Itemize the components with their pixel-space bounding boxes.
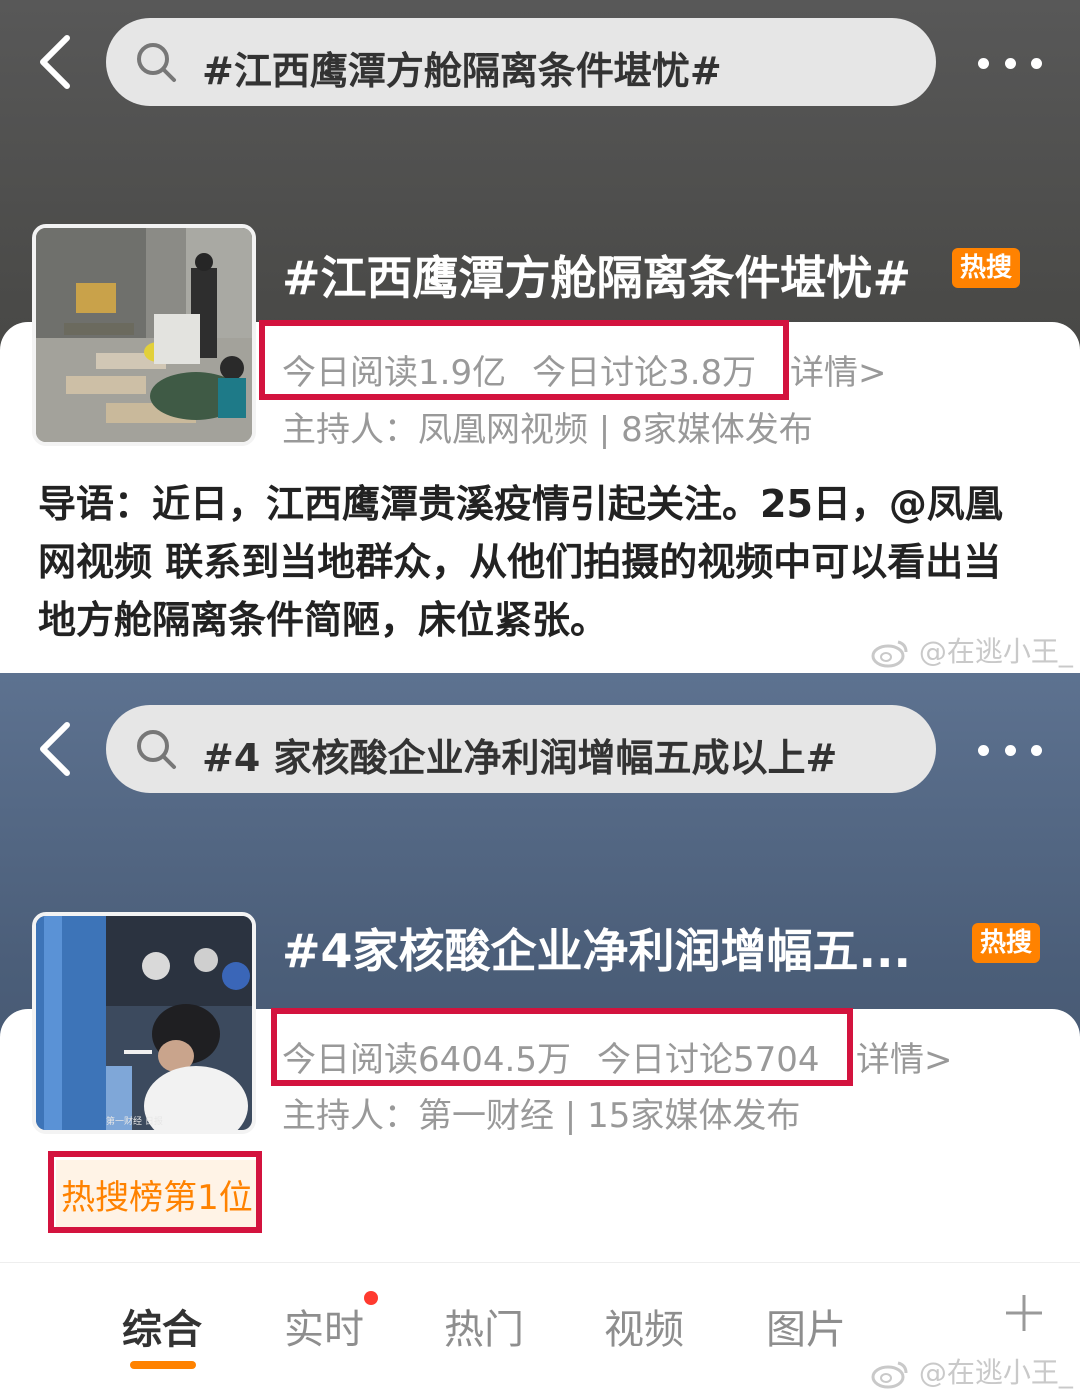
weibo-logo-icon [871, 640, 908, 668]
back-button[interactable] [30, 719, 80, 779]
more-options-button[interactable] [978, 48, 1042, 78]
search-query[interactable]: #江西鹰潭方舱隔离条件堪忧# [202, 40, 722, 95]
tab-hot[interactable]: 热门 [444, 1297, 524, 1355]
tab-images[interactable]: 图片 [766, 1297, 846, 1355]
tab-realtime[interactable]: 实时 [284, 1297, 364, 1355]
topic-thumbnail[interactable] [32, 224, 256, 446]
search-query[interactable]: #4 家核酸企业净利润增幅五成以上# [202, 727, 837, 782]
host-info: 主持人：凤凰网视频 | 8家媒体发布 [282, 410, 813, 450]
highlight-box [259, 320, 789, 400]
isolation-ward-photo [36, 228, 252, 442]
detail-link[interactable]: 详情> [790, 345, 887, 394]
topic-title[interactable]: #江西鹰潭方舱隔离条件堪忧# [282, 242, 911, 308]
more-options-button[interactable] [978, 735, 1042, 765]
back-button[interactable] [30, 32, 80, 92]
watermark: @在逃小王_ [870, 630, 1073, 670]
nucleic-acid-test-photo: 第一财经 日报 [36, 916, 252, 1130]
plus-icon[interactable] [1004, 1293, 1044, 1333]
detail-link[interactable]: 详情> [856, 1032, 953, 1081]
search-icon [137, 43, 176, 82]
search-icon [137, 730, 176, 769]
active-tab-indicator [130, 1361, 196, 1369]
topic-title[interactable]: #4家核酸企业净利润增幅五... [282, 915, 911, 981]
hot-badge: 热搜 [972, 923, 1041, 963]
highlight-box [48, 1151, 262, 1233]
host-info: 主持人：第一财经 | 15家媒体发布 [282, 1096, 801, 1136]
search-bar[interactable]: #江西鹰潭方舱隔离条件堪忧# [106, 18, 936, 106]
screenshot-top-panel: #江西鹰潭方舱隔离条件堪忧# #江西鹰潭方舱隔离条件堪忧# 热搜 今日阅读1.9… [0, 0, 1080, 673]
tab-video[interactable]: 视频 [604, 1297, 684, 1355]
chevron-left-icon [40, 722, 70, 776]
weibo-logo-icon [871, 1361, 908, 1389]
watermark: @在逃小王_ [870, 1351, 1073, 1391]
highlight-box [271, 1008, 853, 1086]
chevron-left-icon [40, 35, 70, 89]
filter-tab-bar: 综合 实时 热门 视频 图片 @在逃小王_ [0, 1262, 1080, 1399]
thumb-caption: 第一财经 日报 [106, 1115, 163, 1127]
search-bar[interactable]: #4 家核酸企业净利润增幅五成以上# [106, 705, 936, 793]
new-content-dot [364, 1291, 378, 1305]
topic-thumbnail[interactable]: 第一财经 日报 [32, 912, 256, 1134]
topic-intro: 导语：近日，江西鹰潭贵溪疫情引起关注。25日，@凤凰网视频 联系到当地群众，从他… [38, 482, 1003, 642]
tab-comprehensive[interactable]: 综合 [122, 1297, 202, 1355]
hot-badge: 热搜 [952, 248, 1021, 288]
